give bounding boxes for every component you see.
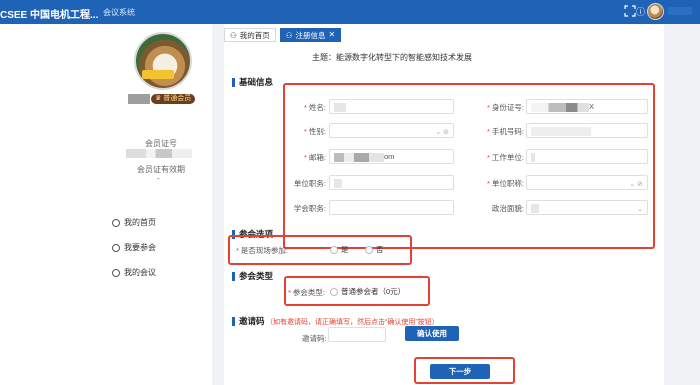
crown-icon: ♛ — [155, 95, 162, 102]
invite-code-input[interactable] — [328, 327, 386, 342]
chevron-down-icon: ⌄ ⊘ — [629, 181, 643, 188]
user-avatar[interactable] — [647, 3, 664, 20]
unit-title-label: * 单位职称: — [486, 179, 524, 188]
circle-icon — [112, 268, 120, 277]
nav-meeting-system[interactable]: 会议系统 — [103, 7, 135, 18]
member-no-label: 会员证号 — [145, 139, 177, 148]
user-icon: ⚇ — [285, 30, 293, 40]
unit-position-input[interactable] — [329, 175, 454, 190]
sidebar-item-home[interactable]: 我的首页 — [112, 210, 156, 235]
work-unit-label: * 工作单位: — [486, 153, 524, 162]
onsite-label: * 是否现场参加: — [236, 246, 289, 255]
sidebar-item-my-meetings[interactable]: 我的会议 — [112, 260, 156, 285]
gender-label: * 性别: — [303, 127, 326, 136]
gender-select[interactable]: ⌄ ⊘ — [329, 123, 454, 138]
expiry-label: 会员证有效期 — [137, 165, 185, 174]
sidebar-item-attend[interactable]: 我要参会 — [112, 235, 156, 260]
unit-title-select[interactable]: ⌄ ⊘ — [526, 175, 648, 190]
circle-icon — [112, 243, 120, 252]
society-position-label: 学会职务: — [293, 204, 326, 213]
chevron-down-icon: ⌄ — [637, 206, 643, 213]
email-input[interactable]: om — [329, 149, 454, 164]
phone-label: * 手机号码: — [486, 127, 524, 136]
name-input[interactable] — [329, 99, 454, 114]
side-menu: 我的首页 我要参会 我的会议 — [112, 210, 156, 285]
onsite-yes-radio[interactable]: 是 — [330, 244, 349, 255]
circle-icon — [112, 218, 120, 227]
user-icon: ⚇ — [230, 30, 237, 40]
political-label: 政治面貌: — [491, 204, 524, 213]
id-label: * 身份证号: — [486, 103, 524, 112]
notice-icon[interactable]: ⓘ — [636, 5, 646, 17]
sidebar: ♛ 普通会员 会员证号 会员证有效期 - 我的首页 我要参会 我的会议 — [0, 24, 212, 385]
invite-label: 邀请码: — [302, 334, 327, 343]
profile-avatar — [134, 32, 192, 90]
unit-position-label: 单位职务: — [293, 179, 326, 188]
next-step-button[interactable]: 下一步 — [430, 364, 490, 379]
member-no-redacted — [126, 149, 192, 158]
main-panel: ⚇ 我的首页 ⚇ 注册信息 ✕ 主题：能源数字化转型下的智能感知技术发展 基础信… — [224, 24, 664, 385]
member-level-badge: ♛ 普通会员 — [151, 94, 196, 104]
tab-home[interactable]: ⚇ 我的首页 — [224, 28, 276, 42]
user-menu-dropdown[interactable] — [668, 7, 692, 15]
political-select[interactable]: ⌄ — [526, 200, 648, 215]
brand-title[interactable]: CSEE 中国电机工程... — [0, 6, 98, 21]
tab-bar: ⚇ 我的首页 ⚇ 注册信息 ✕ — [224, 28, 342, 42]
tab-registration[interactable]: ⚇ 注册信息 ✕ — [279, 28, 342, 42]
top-bar: CSEE 中国电机工程... 会议系统 ⓘ — [0, 0, 700, 24]
attend-type-regular-radio[interactable]: 普通参会者（0元） — [330, 286, 405, 297]
email-label: * 邮箱: — [303, 153, 326, 162]
chevron-down-icon: ⌄ ⊘ — [435, 129, 449, 136]
phone-input[interactable] — [526, 123, 648, 138]
fullscreen-icon[interactable] — [624, 5, 636, 17]
onsite-no-radio[interactable]: 否 — [365, 244, 384, 255]
society-position-input[interactable] — [329, 200, 454, 215]
section-invite: 邀请码 — [232, 315, 265, 327]
member-name-redacted — [128, 94, 150, 104]
attend-type-label: * 参会类型: — [288, 288, 326, 297]
meeting-topic: 主题：能源数字化转型下的智能感知技术发展 — [312, 53, 472, 62]
section-attend-type: 参会类型 — [232, 270, 273, 282]
name-label: * 姓名: — [303, 103, 326, 112]
expiry-value: - — [157, 174, 160, 183]
close-icon[interactable]: ✕ — [328, 31, 335, 39]
work-unit-input[interactable] — [526, 149, 648, 164]
section-basic-info: 基础信息 — [232, 76, 273, 88]
id-input[interactable]: X — [526, 99, 648, 114]
confirm-use-button[interactable]: 确认使用 — [405, 326, 459, 341]
